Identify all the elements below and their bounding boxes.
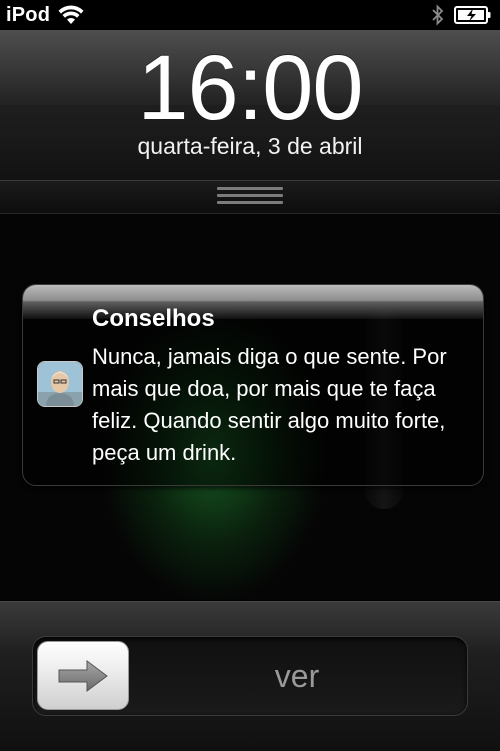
status-bar: iPod <box>0 0 500 30</box>
arrow-right-icon <box>58 659 108 692</box>
notification-banner[interactable]: Conselhos Nunca, jamais diga o que sente… <box>22 284 484 486</box>
slider-label: ver <box>274 658 320 694</box>
notification-body: Nunca, jamais diga o que sente. Por mais… <box>92 344 447 465</box>
grabber-handle-icon[interactable] <box>217 187 283 209</box>
lock-date: quarta-feira, 3 de abril <box>137 133 363 159</box>
carrier-name: iPod <box>6 3 51 26</box>
notification-title: Conselhos <box>92 305 215 332</box>
camera-grabber-area <box>0 181 500 214</box>
app-icon-portrait <box>37 361 83 407</box>
wifi-icon <box>58 5 84 24</box>
status-left: iPod <box>6 3 84 27</box>
battery-charging-icon <box>454 6 491 24</box>
status-right <box>432 4 492 26</box>
lock-time: 16:00 <box>137 37 363 139</box>
bluetooth-icon <box>432 4 444 26</box>
lock-clock-panel: 16:00 quarta-feira, 3 de abril <box>0 30 500 181</box>
slider-knob[interactable] <box>37 641 129 710</box>
